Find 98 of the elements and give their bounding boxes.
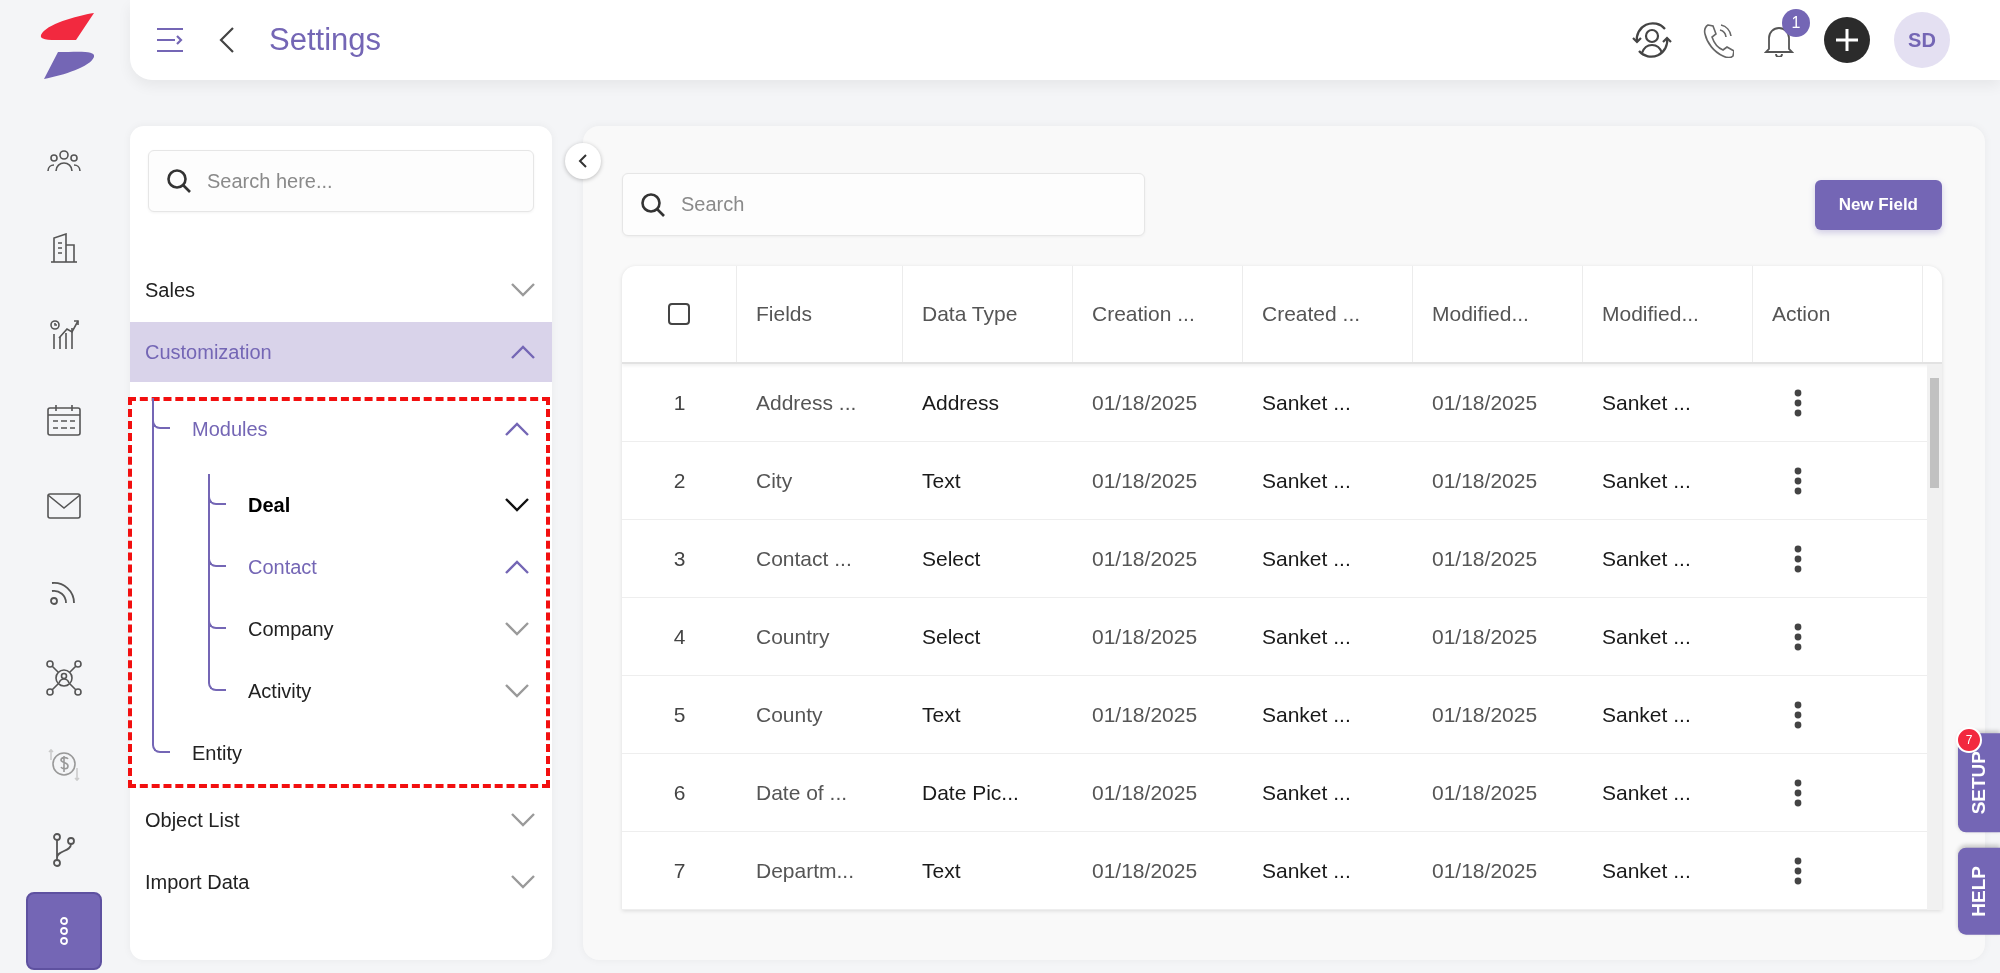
more-vertical-icon[interactable] — [1794, 388, 1802, 417]
nav-item[interactable]: Contact — [234, 536, 546, 598]
table-cell-text: 01/18/2025 — [1091, 857, 1199, 884]
phone-call-icon[interactable] — [1702, 22, 1734, 58]
notification-badge: 1 — [1782, 9, 1810, 37]
branch-icon[interactable] — [52, 833, 76, 867]
nav-item[interactable]: Import Data — [130, 852, 552, 912]
table-cell-text: Address ... — [755, 389, 858, 416]
table-cell-text: Sanket ... — [1261, 545, 1352, 572]
calendar-icon[interactable] — [47, 404, 81, 436]
table-cell-text: 01/18/2025 — [1431, 857, 1539, 884]
avatar[interactable]: SD — [1894, 12, 1950, 68]
table-cell-text: Date Pic... — [921, 779, 1020, 806]
table-cell-text: Sanket ... — [1601, 623, 1692, 650]
column-header[interactable]: Fields — [737, 266, 903, 362]
add-icon[interactable] — [1824, 17, 1870, 63]
more-vertical-icon[interactable] — [1794, 622, 1802, 651]
column-header[interactable]: Modified... — [1413, 266, 1583, 362]
table-cell-text: Sanket ... — [1601, 857, 1692, 884]
table-cell-text: 3 — [672, 545, 687, 572]
table-cell-text: 01/18/2025 — [1431, 779, 1539, 806]
nav-item[interactable]: Deal — [234, 474, 546, 536]
nav-item[interactable]: Activity — [234, 660, 546, 722]
nav-item[interactable]: Modules — [178, 398, 546, 460]
table-cell-text: Sanket ... — [1261, 701, 1352, 728]
table-cell-text: 01/18/2025 — [1431, 701, 1539, 728]
table-cell-text: 4 — [672, 623, 687, 650]
tree-connector — [152, 722, 170, 753]
more-vertical-icon[interactable] — [1794, 856, 1802, 885]
table-cell-text: 01/18/2025 — [1431, 545, 1539, 572]
table-cell-text: Text — [921, 467, 962, 494]
collapse-button[interactable] — [565, 143, 601, 179]
user-sync-icon[interactable] — [1632, 21, 1672, 59]
table-cell-text: 01/18/2025 — [1091, 467, 1199, 494]
chevron-left-icon — [578, 153, 588, 169]
more-icon — [59, 916, 69, 946]
table-cell-text: 01/18/2025 — [1431, 623, 1539, 650]
table-cell-text: City — [755, 467, 794, 494]
mail-icon[interactable] — [47, 493, 81, 519]
nav-item[interactable]: Company — [234, 598, 546, 660]
search-field[interactable]: Search — [622, 173, 1145, 236]
table-cell-text: Text — [921, 857, 962, 884]
table-cell-text: 01/18/2025 — [1431, 389, 1539, 416]
nav-item[interactable]: Entity — [178, 722, 546, 784]
table-cell-text: 01/18/2025 — [1091, 623, 1199, 650]
table-cell-text: Sanket ... — [1601, 389, 1692, 416]
table-cell-text: Date of ... — [755, 779, 849, 806]
more-vertical-icon[interactable] — [1794, 700, 1802, 729]
table-cell-text: Departm... — [755, 857, 856, 884]
back-icon[interactable] — [219, 26, 235, 54]
side-tab[interactable]: HELP — [1958, 848, 2000, 936]
table-cell-text: Sanket ... — [1261, 467, 1352, 494]
table-cell-text: Country — [755, 623, 831, 650]
more-vertical-icon[interactable] — [1794, 544, 1802, 573]
search-field[interactable]: Search here... — [148, 150, 534, 212]
building-icon[interactable] — [50, 233, 78, 263]
new-field-button[interactable]: New Field — [1814, 179, 1942, 230]
table-cell-text: Sanket ... — [1261, 389, 1352, 416]
table-cell-text: 6 — [672, 779, 687, 806]
table-cell-text: Address — [921, 389, 1001, 416]
table-cell-text: County — [755, 701, 824, 728]
growth-chart-icon[interactable] — [49, 318, 79, 350]
nav-item[interactable]: Sales — [130, 260, 552, 320]
column-header[interactable]: Data Type — [903, 266, 1073, 362]
table-cell-text: Sanket ... — [1601, 545, 1692, 572]
table-cell-text: 7 — [672, 857, 687, 884]
table-cell-text: Contact ... — [755, 545, 853, 572]
table-cell-text: 1 — [672, 389, 687, 416]
nav-item[interactable]: Object List — [130, 790, 552, 850]
column-header[interactable]: Modified... — [1583, 266, 1753, 362]
table-cell-text: Sanket ... — [1261, 857, 1352, 884]
table-cell-text: Sanket ... — [1261, 623, 1352, 650]
table-cell-text: Text — [921, 701, 962, 728]
table-cell-text: 01/18/2025 — [1431, 467, 1539, 494]
column-header[interactable]: Created ... — [1243, 266, 1413, 362]
table-cell-text: Select — [921, 545, 982, 572]
table-cell-text: 01/18/2025 — [1091, 779, 1199, 806]
page-title: Settings — [269, 22, 381, 58]
column-header[interactable]: Creation ... — [1073, 266, 1243, 362]
select-all-checkbox[interactable] — [668, 303, 690, 325]
table-cell-text: Sanket ... — [1261, 779, 1352, 806]
table-cell-text: Sanket ... — [1601, 467, 1692, 494]
menu-icon[interactable] — [155, 27, 185, 53]
network-person-icon[interactable] — [46, 660, 82, 696]
table-cell-text: Sanket ... — [1601, 779, 1692, 806]
table-cell-text: 2 — [672, 467, 687, 494]
table-cell-text: Select — [921, 623, 982, 650]
table-cell-text: 01/18/2025 — [1091, 545, 1199, 572]
scrollbar[interactable] — [1927, 364, 1942, 910]
table-cell-text: 5 — [672, 701, 687, 728]
table-cell-text: 01/18/2025 — [1091, 389, 1199, 416]
column-header[interactable]: Action — [1753, 266, 1923, 362]
tree-connector — [208, 660, 226, 691]
table-cell-text: 01/18/2025 — [1091, 701, 1199, 728]
more-vertical-icon[interactable] — [1794, 466, 1802, 495]
more-vertical-icon[interactable] — [1794, 778, 1802, 807]
rail-button[interactable] — [26, 892, 102, 970]
table-cell-text: Sanket ... — [1601, 701, 1692, 728]
